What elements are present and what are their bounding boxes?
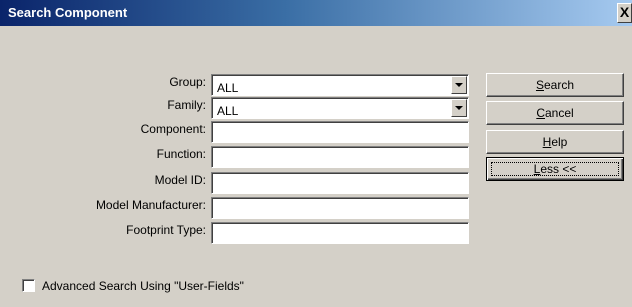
title-bar: Search Component X: [0, 0, 632, 26]
footprint-type-label: Footprint Type:: [126, 223, 206, 237]
close-icon: X: [619, 4, 630, 20]
focus-ring: [491, 162, 619, 176]
function-label: Function:: [156, 147, 206, 161]
model-manufacturer-label: Model Manufacturer:: [95, 198, 206, 212]
advanced-search-label[interactable]: Advanced Search Using "User-Fields": [42, 279, 244, 293]
function-input[interactable]: [211, 146, 469, 168]
search-button[interactable]: Search: [486, 73, 624, 97]
cancel-button[interactable]: Cancel: [486, 101, 624, 125]
close-button[interactable]: X: [617, 3, 632, 23]
footprint-type-input[interactable]: [211, 222, 469, 244]
advanced-search-checkbox[interactable]: [22, 279, 35, 292]
cancel-label: ancel: [544, 106, 574, 120]
help-button[interactable]: Help: [486, 130, 624, 154]
group-combobox[interactable]: ALL: [211, 74, 469, 96]
family-combobox[interactable]: ALL: [211, 97, 469, 119]
group-label: Group:: [169, 75, 206, 89]
help-label: elp: [551, 135, 568, 149]
search-label: earch: [543, 78, 575, 92]
family-dropdown-arrow-icon[interactable]: [451, 99, 467, 117]
window-title: Search Component: [8, 5, 128, 20]
model-id-input[interactable]: [211, 172, 469, 194]
less-button[interactable]: Less <<: [486, 157, 624, 181]
cancel-mnemonic: C: [536, 106, 545, 120]
search-mnemonic: S: [535, 78, 544, 92]
group-dropdown-arrow-icon[interactable]: [451, 76, 467, 94]
component-label: Component:: [140, 122, 206, 136]
component-input[interactable]: [211, 121, 469, 143]
group-value: ALL: [217, 81, 239, 95]
model-id-label: Model ID:: [154, 173, 206, 187]
model-manufacturer-input[interactable]: [211, 197, 469, 219]
family-value: ALL: [217, 104, 239, 118]
family-label: Family:: [167, 98, 206, 112]
